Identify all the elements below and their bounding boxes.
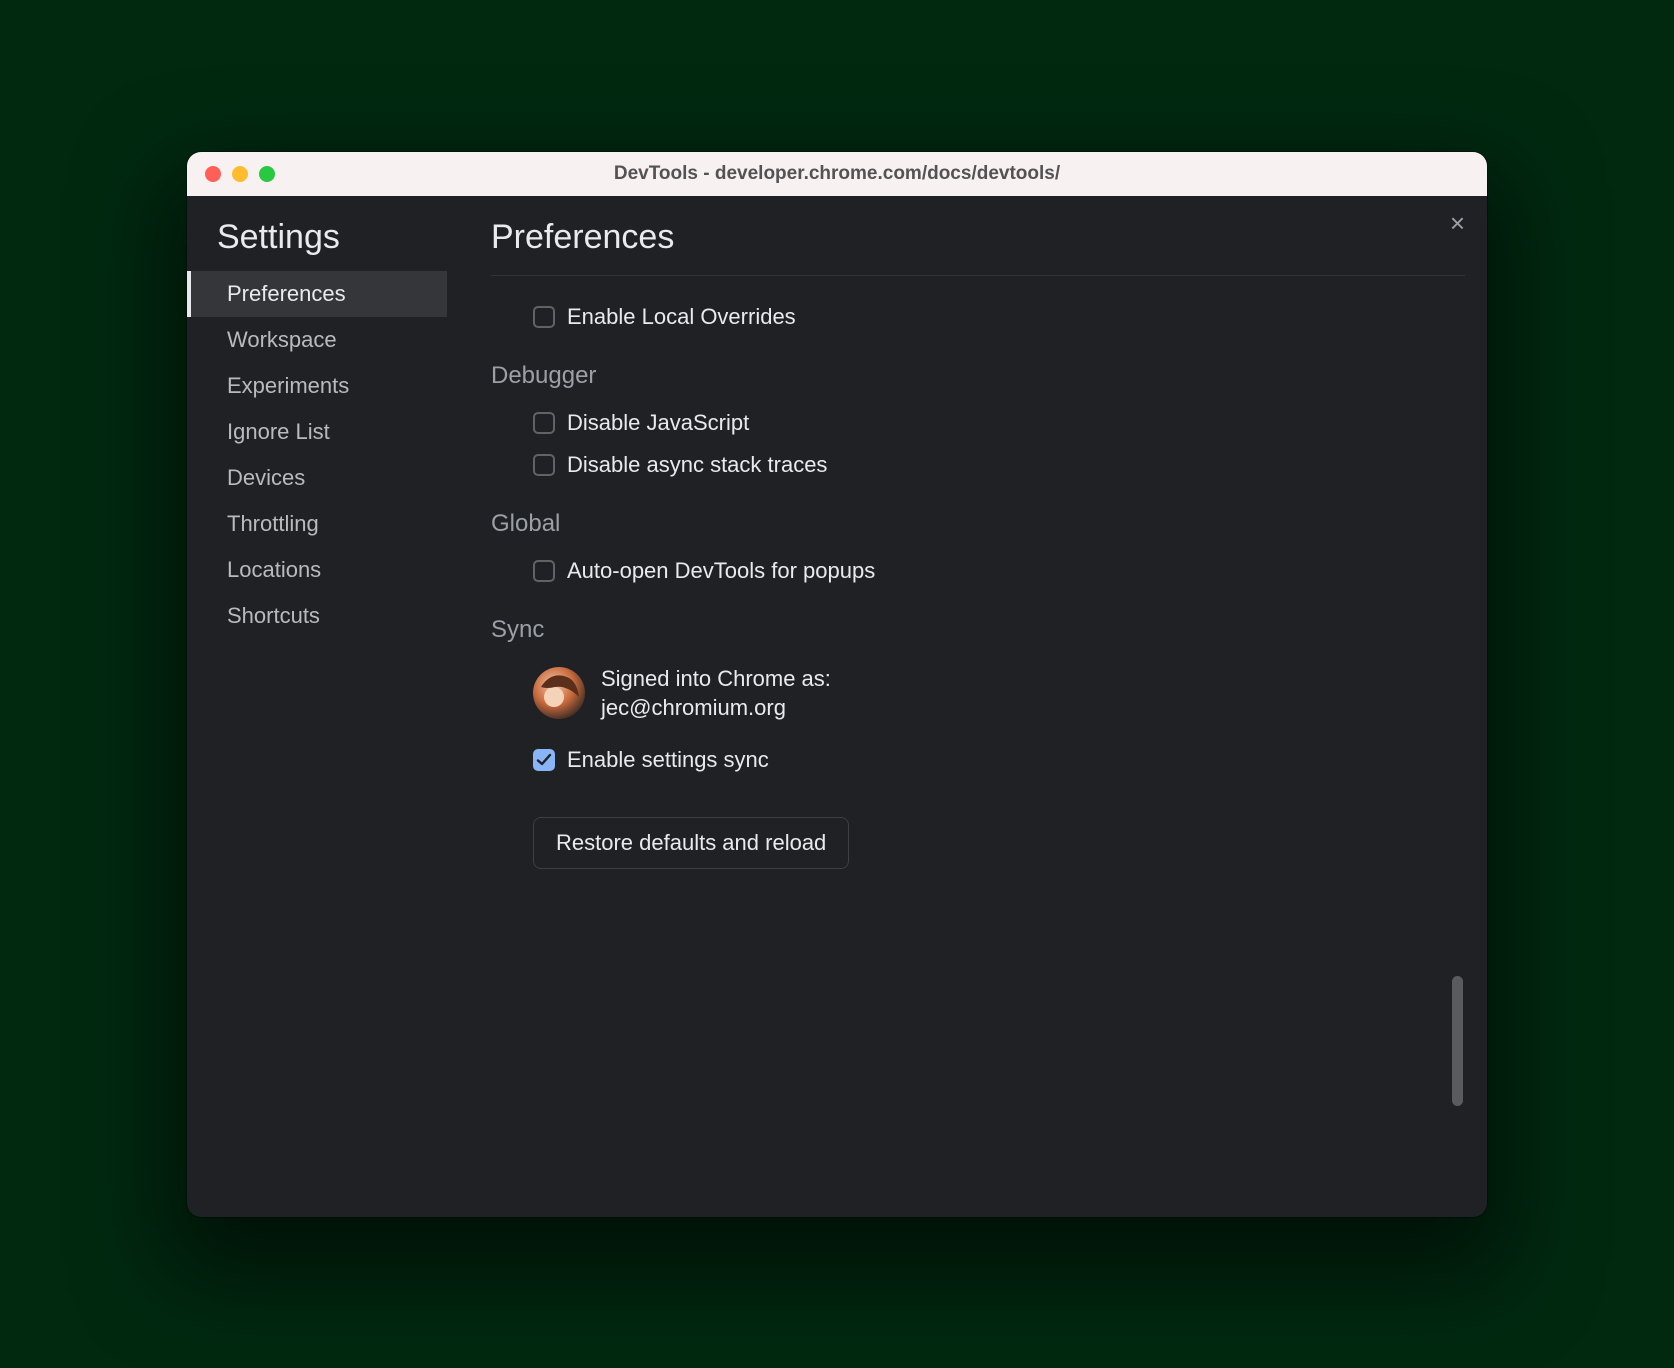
section-heading-sync: Sync: [491, 616, 1465, 644]
checkbox-enable-local-overrides[interactable]: [533, 306, 555, 328]
option-auto-open-devtools-popups[interactable]: Auto-open DevTools for popups: [533, 558, 1465, 584]
section-heading-debugger: Debugger: [491, 362, 1465, 390]
sync-user-email: jec@chromium.org: [601, 693, 831, 723]
checkbox-enable-settings-sync[interactable]: [533, 749, 555, 771]
check-icon: [536, 752, 552, 768]
avatar: [533, 667, 585, 719]
page-title: Preferences: [491, 218, 1465, 257]
restore-defaults-button[interactable]: Restore defaults and reload: [533, 817, 849, 869]
sidebar-item-devices[interactable]: Devices: [187, 455, 447, 501]
checkbox-disable-async-stack-traces[interactable]: [533, 454, 555, 476]
window-title: DevTools - developer.chrome.com/docs/dev…: [187, 163, 1487, 185]
titlebar: DevTools - developer.chrome.com/docs/dev…: [187, 152, 1487, 196]
option-disable-async-stack-traces[interactable]: Disable async stack traces: [533, 452, 1465, 478]
sidebar-title: Settings: [187, 218, 447, 271]
option-label: Enable Local Overrides: [567, 304, 796, 330]
option-label: Enable settings sync: [567, 747, 769, 773]
sync-user-lines: Signed into Chrome as: jec@chromium.org: [601, 664, 831, 723]
preferences-scroll-area: Enable Local Overrides Debugger Disable …: [491, 275, 1465, 1217]
sidebar-item-shortcuts[interactable]: Shortcuts: [187, 593, 447, 639]
option-disable-javascript[interactable]: Disable JavaScript: [533, 410, 1465, 436]
option-label: Disable async stack traces: [567, 452, 827, 478]
sidebar-item-experiments[interactable]: Experiments: [187, 363, 447, 409]
settings-sidebar: Settings Preferences Workspace Experimen…: [187, 196, 447, 1217]
checkbox-disable-javascript[interactable]: [533, 412, 555, 434]
sidebar-item-throttling[interactable]: Throttling: [187, 501, 447, 547]
option-enable-local-overrides[interactable]: Enable Local Overrides: [533, 304, 1465, 330]
sidebar-item-locations[interactable]: Locations: [187, 547, 447, 593]
scrollbar-thumb[interactable]: [1452, 976, 1463, 1106]
close-icon[interactable]: ×: [1450, 210, 1465, 236]
sync-user-info: Signed into Chrome as: jec@chromium.org: [533, 664, 1465, 723]
sidebar-item-preferences[interactable]: Preferences: [187, 271, 447, 317]
sidebar-item-workspace[interactable]: Workspace: [187, 317, 447, 363]
sidebar-item-ignore-list[interactable]: Ignore List: [187, 409, 447, 455]
option-label: Disable JavaScript: [567, 410, 749, 436]
section-heading-global: Global: [491, 510, 1465, 538]
option-label: Auto-open DevTools for popups: [567, 558, 875, 584]
scrollbar[interactable]: [1451, 276, 1463, 1217]
sync-signed-in-label: Signed into Chrome as:: [601, 664, 831, 694]
preferences-panel: Preferences Enable Local Overrides Debug…: [447, 196, 1487, 1217]
option-enable-settings-sync[interactable]: Enable settings sync: [533, 747, 1465, 773]
checkbox-auto-open-devtools-popups[interactable]: [533, 560, 555, 582]
devtools-settings-window: DevTools - developer.chrome.com/docs/dev…: [187, 152, 1487, 1217]
